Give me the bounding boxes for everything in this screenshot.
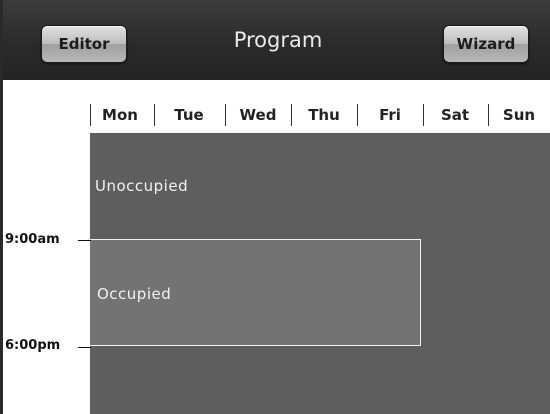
day-thu[interactable]: Thu <box>292 100 356 130</box>
day-sat[interactable]: Sat <box>424 100 486 130</box>
day-mon[interactable]: Mon <box>92 100 148 130</box>
start-time-tick <box>78 240 91 241</box>
editor-button[interactable]: Editor <box>41 25 127 63</box>
day-separator <box>90 104 91 126</box>
day-wed[interactable]: Wed <box>226 100 290 130</box>
end-time-tick <box>78 347 91 348</box>
top-bar: Editor Program Wizard <box>3 0 550 80</box>
program-screen: Editor Program Wizard Mon Tue Wed Thu Fr… <box>0 0 550 414</box>
day-fri[interactable]: Fri <box>358 100 422 130</box>
wizard-button[interactable]: Wizard <box>443 25 529 63</box>
start-time-label: 9:00am <box>5 232 60 247</box>
unoccupied-label: Unoccupied <box>95 177 189 195</box>
page-title: Program <box>233 28 323 52</box>
day-header: Mon Tue Wed Thu Fri Sat Sun <box>90 100 550 130</box>
occupied-label: Occupied <box>97 285 172 303</box>
day-sun[interactable]: Sun <box>488 100 550 130</box>
day-separator <box>154 104 155 126</box>
end-time-label: 6:00pm <box>5 338 61 353</box>
day-tue[interactable]: Tue <box>156 100 222 130</box>
